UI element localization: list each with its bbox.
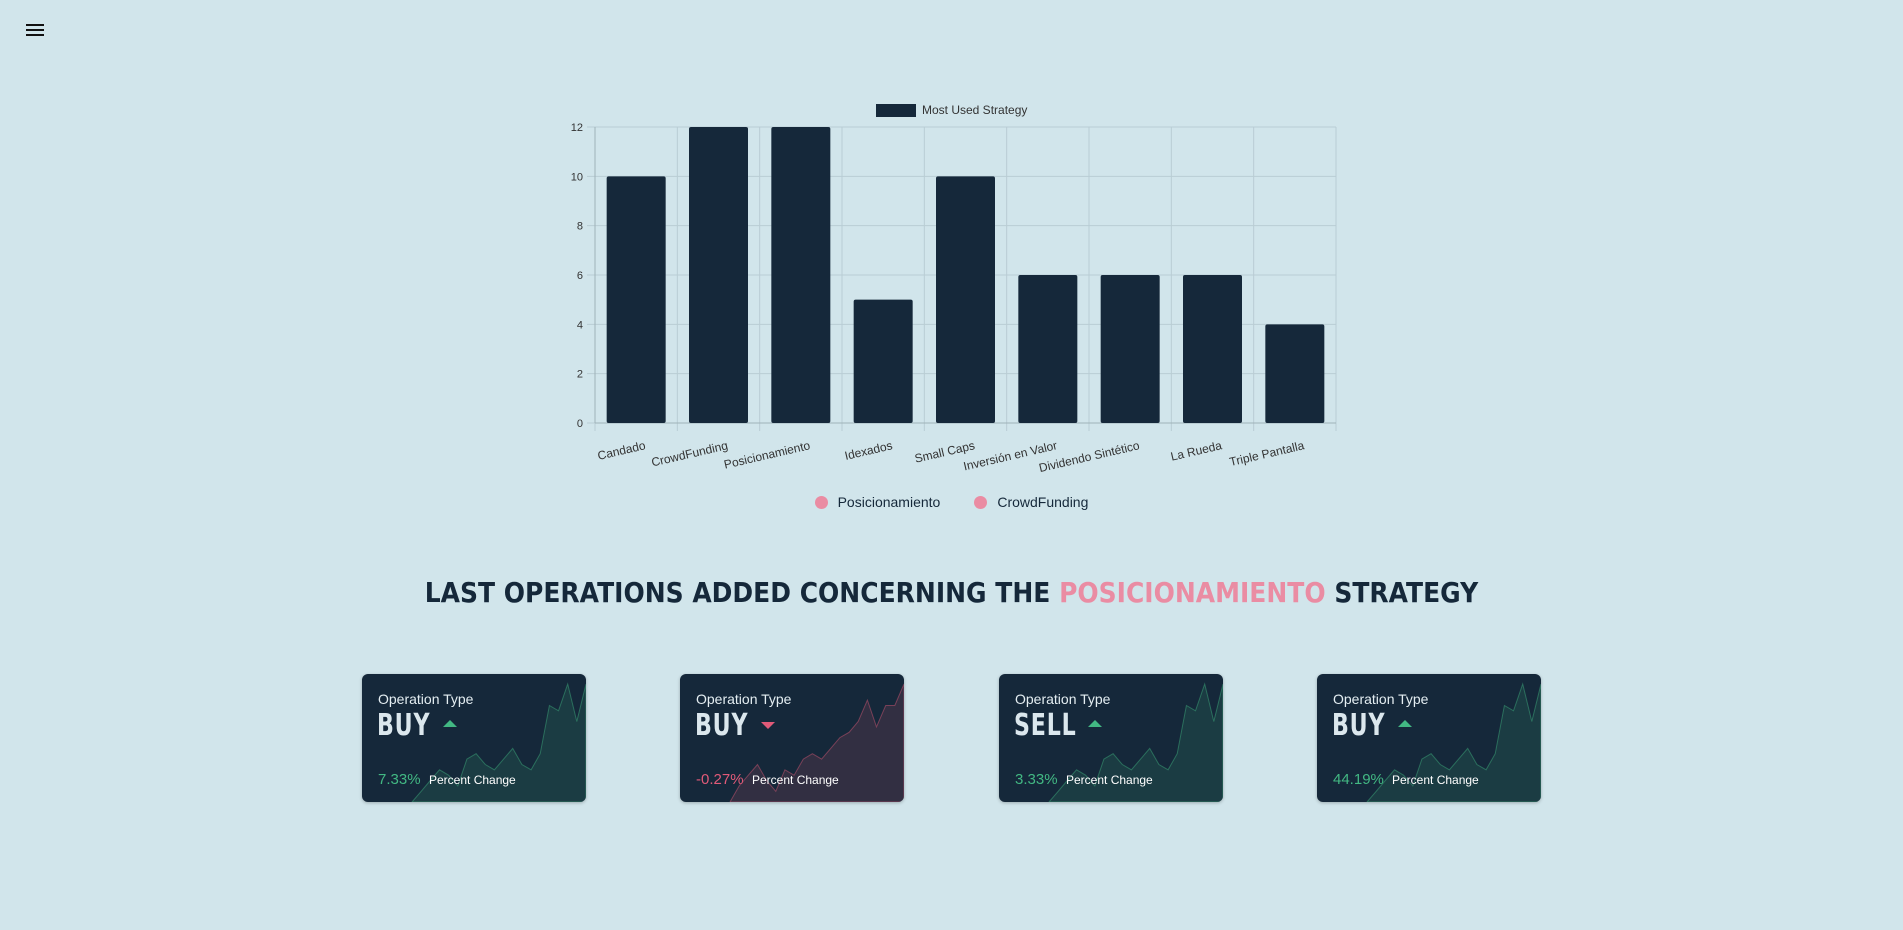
filter-dot-icon	[814, 495, 828, 509]
y-tick-label: 2	[577, 369, 583, 381]
operation-type-value: BUY	[1332, 708, 1386, 743]
heading-strategy: Posicionamiento	[1059, 576, 1326, 609]
operation-type-value: SELL	[1014, 708, 1077, 743]
percent-change-value: 44.19%	[1333, 771, 1384, 788]
y-tick-label: 6	[577, 270, 583, 282]
y-tick-label: 10	[571, 171, 583, 183]
bar-candado	[606, 176, 666, 423]
filter-label: CrowdFunding	[997, 494, 1089, 510]
legend-swatch	[876, 104, 916, 117]
strategy-filters: Posicionamiento CrowdFunding	[0, 494, 1903, 510]
legend-label: Most Used Strategy	[922, 103, 1027, 117]
y-tick-label: 8	[577, 221, 583, 233]
bar-crowdfunding	[689, 127, 748, 423]
bar-posicionamiento	[771, 127, 831, 423]
heading-suffix: strategy	[1334, 576, 1479, 609]
operation-type-value: BUY	[377, 708, 431, 743]
percent-change-value: -0.27%	[696, 771, 744, 788]
heading-prefix: Last operations added concerning the	[424, 576, 1051, 609]
triangle-up-icon	[1398, 720, 1412, 727]
y-tick-label: 12	[571, 122, 583, 134]
filter-posicionamiento[interactable]: Posicionamiento	[814, 494, 941, 510]
percent-change-label: Percent Change	[1392, 773, 1479, 787]
operation-type-label: Operation Type	[696, 691, 792, 707]
page-heading: Last operations added concerning the Pos…	[0, 576, 1903, 608]
triangle-up-icon	[1088, 720, 1102, 727]
operation-card[interactable]: Operation Type SELL 3.33% Percent Change	[999, 674, 1223, 802]
x-tick-label: Idexados	[843, 438, 894, 463]
operation-type-label: Operation Type	[1333, 691, 1429, 707]
filter-dot-icon	[974, 495, 988, 509]
operation-type-label: Operation Type	[1015, 691, 1111, 707]
operation-type-value: BUY	[695, 708, 749, 743]
bar-idexados	[853, 299, 913, 423]
filter-label: Posicionamiento	[837, 494, 941, 510]
x-tick-label: Triple Pantalla	[1228, 438, 1306, 469]
bar-inversi-n-en-valor	[1018, 275, 1078, 423]
operation-card[interactable]: Operation Type BUY -0.27% Percent Change	[680, 674, 904, 802]
operation-card[interactable]: Operation Type BUY 7.33% Percent Change	[362, 674, 586, 802]
percent-change-label: Percent Change	[429, 773, 516, 787]
bar-small-caps	[936, 176, 995, 423]
operation-card[interactable]: Operation Type BUY 44.19% Percent Change	[1317, 674, 1541, 802]
strategy-bar-chart: 0 2 4 6 8 10 12 Candado CrowdFundingPosicionamie…	[571, 103, 1337, 475]
y-tick-label: 0	[577, 418, 583, 430]
triangle-down-icon	[761, 722, 775, 729]
bar-dividendo-sint-tico	[1100, 275, 1160, 423]
filter-crowdfunding[interactable]: CrowdFunding	[974, 494, 1088, 510]
y-tick-label: 4	[577, 319, 583, 331]
triangle-up-icon	[443, 720, 457, 727]
x-tick-label: CrowdFunding	[650, 438, 729, 469]
x-tick-label: Posicionamiento	[723, 438, 812, 472]
bar-la-rueda	[1183, 275, 1242, 423]
percent-change-value: 3.33%	[1015, 771, 1058, 788]
x-tick-label: Candado	[596, 438, 647, 463]
x-tick-label: La Rueda	[1169, 438, 1223, 463]
percent-change-value: 7.33%	[378, 771, 421, 788]
percent-change-label: Percent Change	[752, 773, 839, 787]
operation-type-label: Operation Type	[378, 691, 474, 707]
percent-change-label: Percent Change	[1066, 773, 1153, 787]
bar-triple-pantalla	[1265, 324, 1325, 423]
